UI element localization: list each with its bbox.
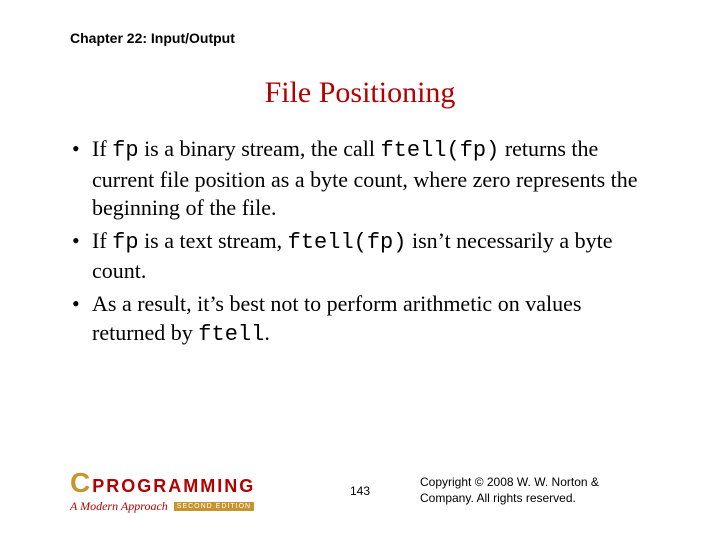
- list-item: If fp is a binary stream, the call ftell…: [70, 135, 650, 223]
- code: ftell(fp): [380, 138, 499, 163]
- text: As a result, it’s best not to perform ar…: [92, 291, 581, 345]
- text: .: [264, 320, 270, 345]
- copyright: Copyright © 2008 W. W. Norton & Company.…: [420, 475, 650, 506]
- text: If: [92, 228, 112, 253]
- book-logo: C PROGRAMMING A Modern Approach SECOND E…: [70, 467, 255, 514]
- footer: C PROGRAMMING A Modern Approach SECOND E…: [0, 467, 720, 514]
- text: is a binary stream, the call: [139, 136, 381, 161]
- logo-programming: PROGRAMMING: [92, 476, 255, 497]
- logo-sub-text: A Modern Approach: [70, 499, 168, 514]
- logo-c: C: [70, 467, 90, 499]
- page-title: File Positioning: [70, 76, 650, 110]
- list-item: As a result, it’s best not to perform ar…: [70, 290, 650, 349]
- chapter-label: Chapter 22: Input/Output: [70, 30, 650, 46]
- code: ftell: [198, 322, 264, 347]
- code: fp: [112, 230, 138, 255]
- list-item: If fp is a text stream, ftell(fp) isn’t …: [70, 227, 650, 286]
- bullet-list: If fp is a binary stream, the call ftell…: [70, 135, 650, 349]
- logo-edition: SECOND EDITION: [174, 502, 254, 511]
- logo-top: C PROGRAMMING: [70, 467, 255, 499]
- text: If: [92, 136, 112, 161]
- code: fp: [112, 138, 138, 163]
- slide: Chapter 22: Input/Output File Positionin…: [0, 0, 720, 540]
- code: ftell(fp): [288, 230, 407, 255]
- logo-subtitle: A Modern Approach SECOND EDITION: [70, 499, 254, 514]
- page-number: 143: [350, 484, 370, 498]
- text: is a text stream,: [139, 228, 288, 253]
